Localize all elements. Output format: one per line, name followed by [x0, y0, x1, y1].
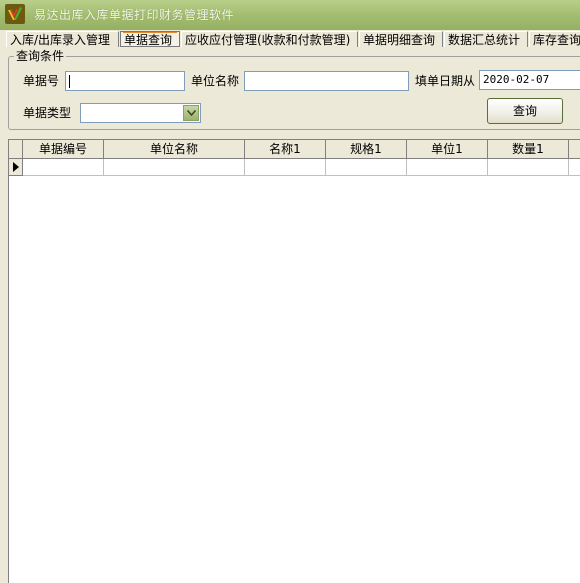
table-cell[interactable]: [407, 159, 488, 176]
tab-strip: 入库/出库录入管理 单据查询 应收应付管理(收款和付款管理) 单据明细查询 数据…: [0, 30, 580, 48]
tab-inventory-query[interactable]: 库存查询: [529, 31, 580, 47]
tab-data-summary[interactable]: 数据汇总统计: [444, 31, 528, 47]
fill-date-input[interactable]: 2020-02-07: [479, 70, 580, 90]
doc-type-select[interactable]: [80, 103, 201, 123]
results-grid[interactable]: 单据编号 单位名称 名称1 规格1 单位1 数量1: [8, 139, 580, 583]
doc-no-input[interactable]: [65, 71, 185, 91]
title-bar: 易达出库入库单据打印财务管理软件: [0, 0, 580, 30]
column-header-qty1[interactable]: 数量1: [488, 140, 569, 159]
grid-corner-cell: [9, 140, 23, 159]
unit-name-label: 单位名称: [191, 74, 240, 88]
fill-date-label: 填单日期从: [415, 74, 476, 88]
column-header-doc-no[interactable]: 单据编号: [23, 140, 104, 159]
row-pointer-icon: [13, 162, 19, 172]
tab-stock-entry[interactable]: 入库/出库录入管理: [6, 31, 119, 47]
column-header-spec1[interactable]: 规格1: [326, 140, 407, 159]
table-cell[interactable]: [104, 159, 245, 176]
column-header-extra[interactable]: [569, 140, 580, 159]
table-cell[interactable]: [488, 159, 569, 176]
row-indicator[interactable]: [9, 159, 23, 176]
doc-no-label: 单据号: [23, 74, 60, 88]
table-cell[interactable]: [245, 159, 326, 176]
column-header-unit-name[interactable]: 单位名称: [104, 140, 245, 159]
tab-document-query[interactable]: 单据查询: [120, 31, 180, 47]
query-conditions-title: 查询条件: [14, 49, 67, 63]
window-title: 易达出库入库单据打印财务管理软件: [34, 8, 235, 22]
table-cell[interactable]: [569, 159, 580, 176]
column-header-name1[interactable]: 名称1: [245, 140, 326, 159]
chevron-down-icon[interactable]: [183, 105, 199, 121]
query-button[interactable]: 查询: [487, 98, 563, 124]
unit-name-input[interactable]: [244, 71, 409, 91]
column-header-unit1[interactable]: 单位1: [407, 140, 488, 159]
table-cell[interactable]: [23, 159, 104, 176]
tab-document-detail-query[interactable]: 单据明细查询: [359, 31, 443, 47]
doc-type-label: 单据类型: [23, 106, 72, 120]
table-cell[interactable]: [326, 159, 407, 176]
text-caret: [69, 74, 70, 88]
app-logo-icon[interactable]: [5, 4, 25, 24]
tab-receivables-payables[interactable]: 应收应付管理(收款和付款管理): [181, 31, 358, 47]
